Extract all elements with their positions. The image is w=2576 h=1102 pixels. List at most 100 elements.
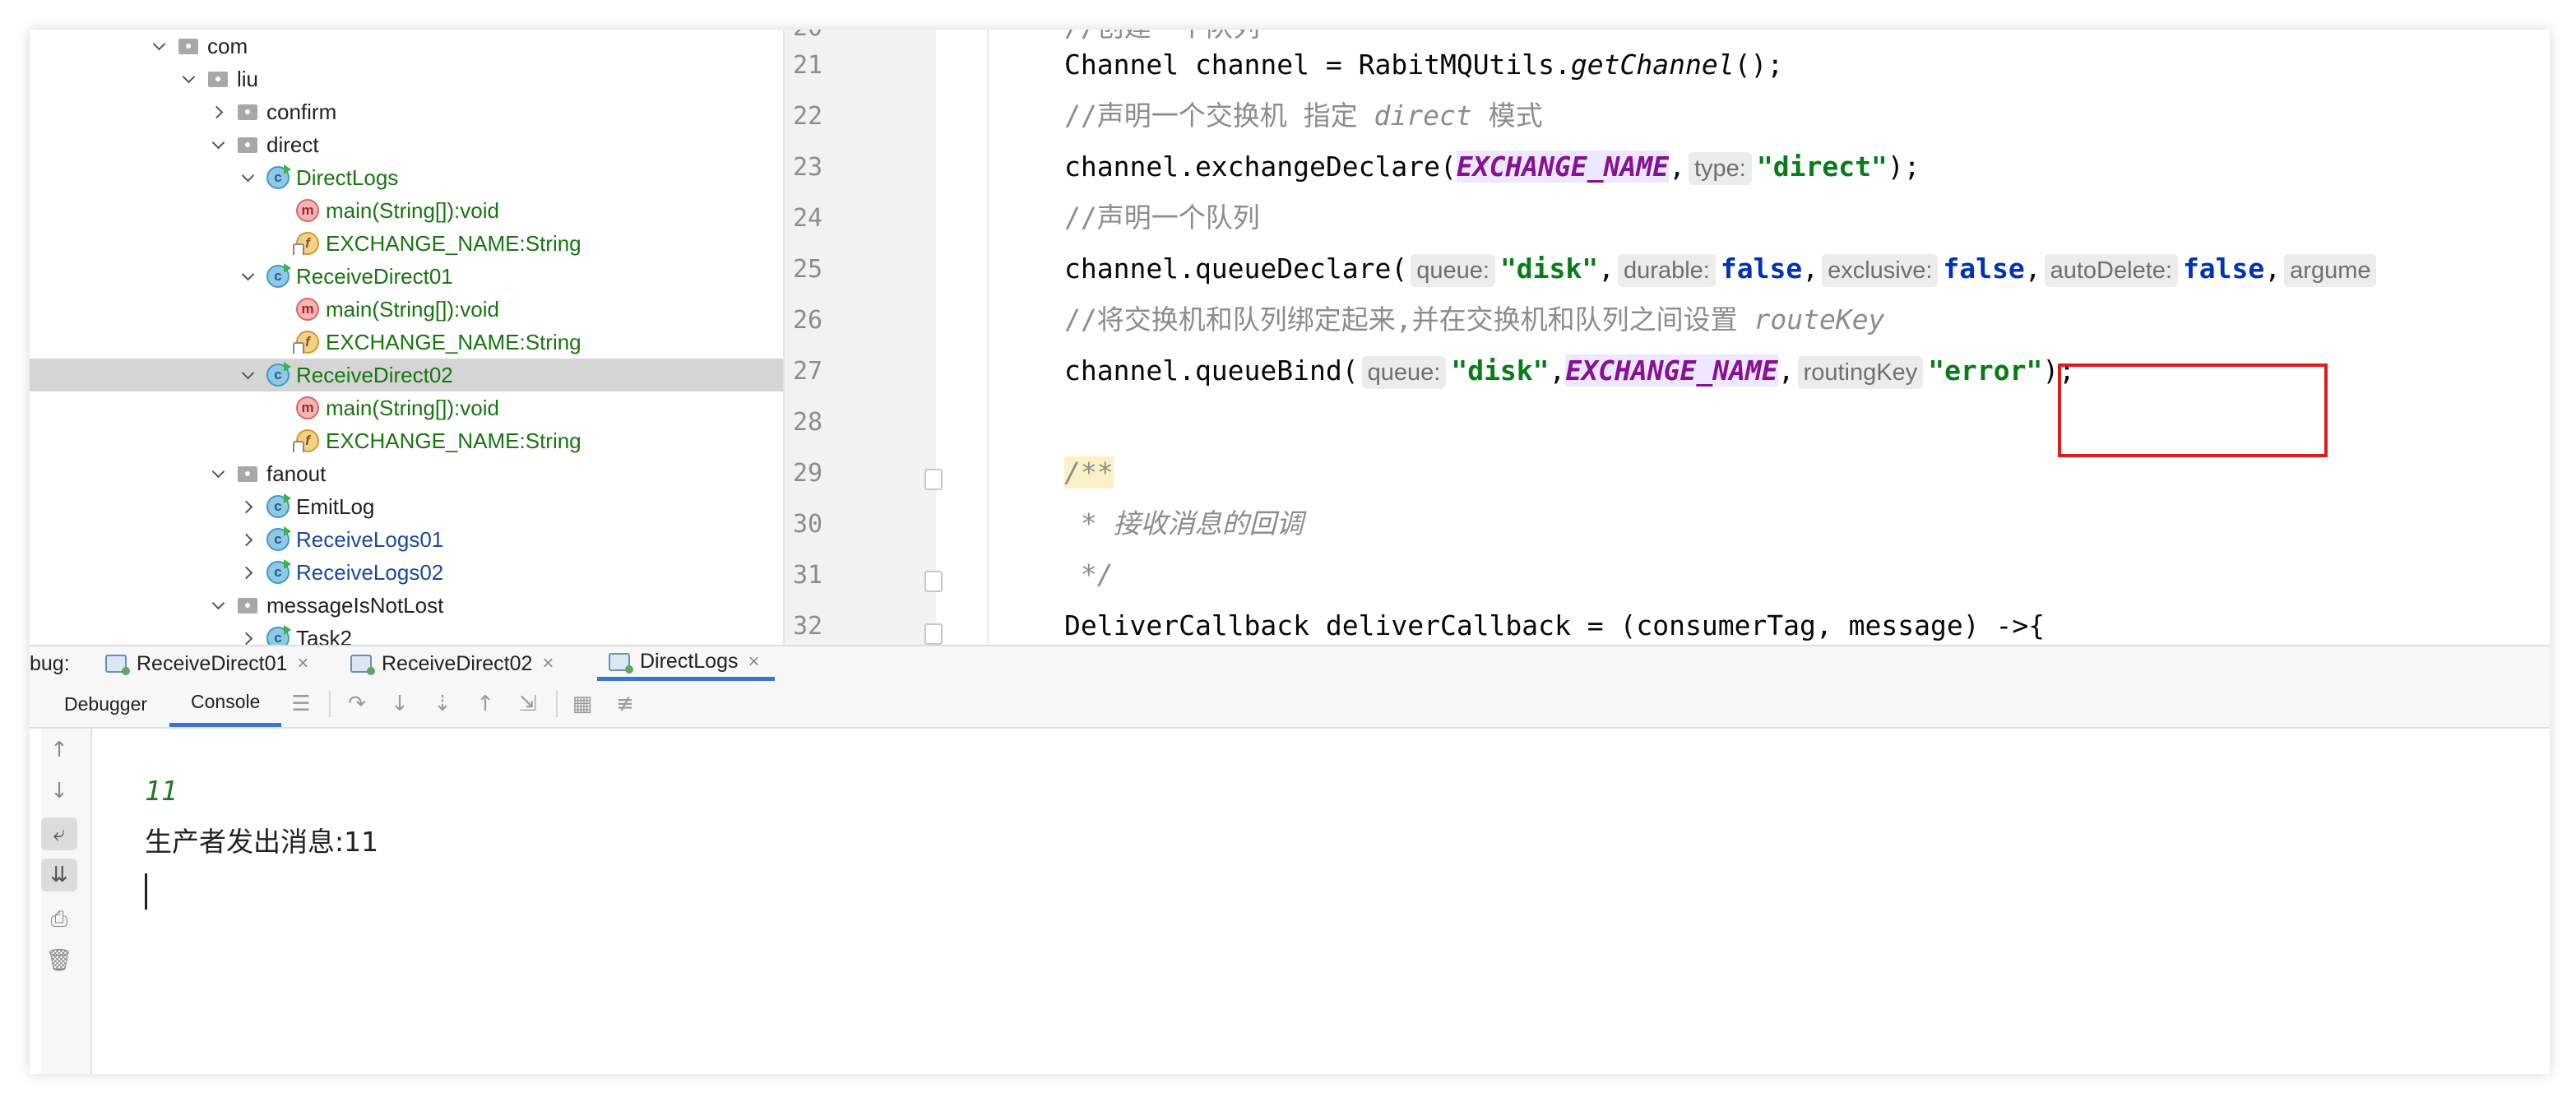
line-number: 32	[793, 612, 823, 641]
tree-item[interactable]: com	[30, 30, 783, 63]
evaluate-expression-icon[interactable]: ▦	[571, 692, 594, 715]
param-hint: argume	[2284, 253, 2377, 287]
code-line-31: */	[1064, 558, 1114, 590]
step-into-icon[interactable]: ↓	[388, 692, 411, 715]
chevron-down-icon[interactable]	[242, 171, 255, 184]
fold-marker[interactable]	[924, 571, 943, 592]
chevron-right-icon[interactable]	[242, 566, 255, 579]
fold-marker[interactable]	[924, 469, 943, 490]
line-number: 26	[793, 306, 823, 335]
scroll-to-end-icon[interactable]: ⇊	[41, 859, 77, 891]
package-icon	[237, 133, 260, 156]
tree-item-label: ReceiveDirect02	[296, 362, 453, 387]
code-line-32: DeliverCallback deliverCallback = (consu…	[1064, 609, 2046, 641]
tree-item[interactable]: c Task2	[30, 622, 783, 645]
tree-item-label: ReceiveLogs01	[296, 526, 444, 552]
param-hint: queue:	[1411, 253, 1495, 287]
chevron-down-icon[interactable]	[242, 368, 255, 382]
tree-item-label: ReceiveLogs02	[296, 559, 444, 585]
chevron-right-icon[interactable]	[242, 632, 255, 645]
fold-marker[interactable]	[924, 623, 943, 645]
text-caret	[145, 873, 147, 910]
chevron-right-icon[interactable]	[212, 105, 225, 118]
down-arrow-icon[interactable]: ↓	[41, 775, 77, 808]
tree-item[interactable]: f EXCHANGE_NAME:String	[30, 424, 783, 457]
up-arrow-icon[interactable]: ↑	[41, 734, 77, 766]
tree-item-label: com	[207, 33, 248, 58]
run-config-icon	[609, 652, 633, 674]
close-icon[interactable]: ×	[542, 652, 554, 675]
code-line-23: channel.exchangeDeclare(EXCHANGE_NAME, ty…	[1064, 148, 1920, 186]
force-step-into-icon[interactable]: ⇣	[431, 692, 454, 715]
run-tab-directlogs[interactable]: DirectLogs ×	[597, 646, 775, 681]
tree-item[interactable]: m main(String[]):void	[30, 194, 783, 227]
step-out-icon[interactable]: ↑	[474, 692, 497, 715]
console-input-line: 11	[145, 775, 178, 807]
tree-item[interactable]: messageIsNotLost	[30, 589, 783, 622]
tree-item[interactable]: c ReceiveLogs02	[30, 556, 783, 589]
tree-item[interactable]: f EXCHANGE_NAME:String	[30, 227, 783, 260]
package-icon	[178, 35, 201, 58]
param-hint: type:	[1688, 151, 1752, 185]
run-tab-receivedirect02[interactable]: ReceiveDirect02 ×	[350, 646, 554, 681]
param-hint: exclusive:	[1822, 253, 1939, 287]
chevron-right-icon[interactable]	[242, 500, 255, 513]
debug-tab-bar: bug: ReceiveDirect01 × ReceiveDirect02 ×…	[30, 645, 2550, 683]
trash-icon[interactable]: 🗑	[41, 944, 77, 977]
step-over-icon[interactable]: ↷	[345, 692, 368, 715]
layout-menu-icon[interactable]: ☰	[290, 692, 313, 715]
run-tab-receivedirect01[interactable]: ReceiveDirect01 ×	[105, 646, 308, 681]
line-number: 29	[793, 459, 823, 488]
class-icon: c	[266, 493, 291, 518]
run-tab-label: ReceiveDirect01	[137, 651, 288, 675]
run-to-cursor-icon[interactable]: ⇲	[517, 692, 540, 715]
close-icon[interactable]: ×	[748, 651, 760, 674]
run-tab-label: ReceiveDirect02	[382, 651, 533, 675]
code-line-29: /**	[1064, 456, 1114, 488]
debug-toolbar: Debugger Console ☰ ↷ ↓ ⇣ ↑ ⇲ ▦ ≢	[30, 681, 2550, 729]
chevron-down-icon[interactable]	[212, 599, 225, 612]
tree-item[interactable]: m main(String[]):void	[30, 293, 783, 326]
tree-item[interactable]: liu	[30, 63, 783, 95]
code-line-22: //声明一个交换机 指定 direct 模式	[1064, 100, 1543, 132]
tree-item-label: Task2	[296, 625, 352, 646]
tree-item[interactable]: confirm	[30, 95, 783, 128]
class-icon: c	[266, 263, 291, 288]
package-icon	[207, 67, 230, 90]
chevron-down-icon[interactable]	[212, 467, 225, 480]
tree-item[interactable]: m main(String[]):void	[30, 391, 783, 424]
chevron-right-icon[interactable]	[242, 533, 255, 546]
console-output[interactable]: 11 生产者发出消息:11	[92, 729, 2550, 1074]
tree-item[interactable]: c ReceiveDirect01	[30, 260, 783, 293]
close-icon[interactable]: ×	[297, 652, 308, 675]
tree-item-label: DirectLogs	[296, 164, 399, 190]
chevron-down-icon[interactable]	[242, 270, 255, 283]
toolbar-separator	[556, 691, 558, 717]
chevron-down-icon[interactable]	[212, 138, 225, 151]
tab-debugger[interactable]: Debugger	[64, 681, 147, 727]
tree-item-label: liu	[237, 66, 259, 91]
project-tree: com liu confirm direct c DirectLogs m main(Stri…	[30, 30, 783, 645]
tree-item-label: fanout	[266, 461, 327, 486]
code-line-30: * 接收消息的回调	[1064, 507, 1304, 539]
tree-item[interactable]: c ReceiveDirect02	[30, 359, 783, 391]
chevron-down-icon[interactable]	[183, 72, 196, 86]
tree-item[interactable]: c ReceiveLogs01	[30, 523, 783, 556]
print-icon[interactable]: ⎙	[41, 903, 77, 936]
tree-item[interactable]: direct	[30, 128, 783, 161]
tree-item[interactable]: c DirectLogs	[30, 161, 783, 194]
tree-item-label: confirm	[266, 99, 337, 124]
class-icon: c	[266, 625, 291, 645]
code-line-21: Channel channel = RabitMQUtils.getChanne…	[1064, 49, 1784, 81]
tab-console[interactable]: Console	[169, 681, 282, 727]
code-line-partial: //创建一个队列	[1064, 30, 1260, 46]
trace-icon[interactable]: ≢	[614, 692, 637, 715]
tree-item[interactable]: fanout	[30, 457, 783, 490]
tree-item[interactable]: f EXCHANGE_NAME:String	[30, 326, 783, 359]
chevron-down-icon[interactable]	[153, 39, 166, 53]
code-line-26: //将交换机和队列绑定起来,并在交换机和队列之间设置 routeKey	[1064, 303, 1885, 336]
package-icon	[237, 594, 260, 617]
soft-wrap-icon[interactable]: ⤶	[41, 817, 77, 850]
tree-item[interactable]: c EmitLog	[30, 490, 783, 523]
class-icon: c	[266, 526, 291, 551]
